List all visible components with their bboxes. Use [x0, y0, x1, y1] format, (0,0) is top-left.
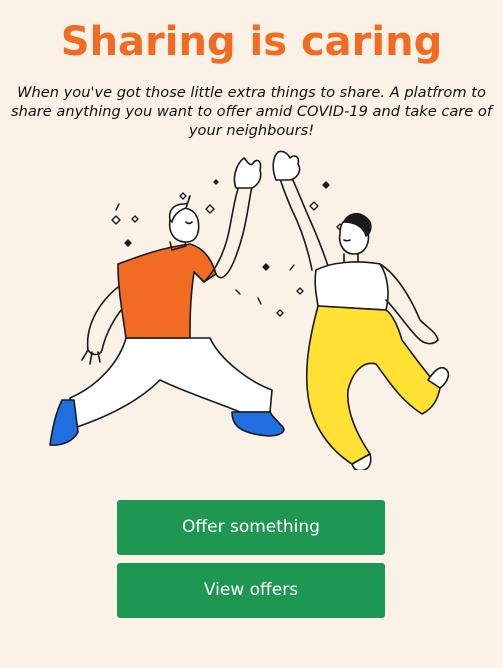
page-title: Sharing is caring [60, 19, 443, 65]
page-subtitle: When you've got those little extra thing… [10, 84, 492, 139]
left-person [49, 157, 285, 446]
right-person [272, 150, 450, 470]
offer-something-button[interactable]: Offer something [117, 500, 385, 555]
high-five-illustration [49, 150, 450, 470]
view-offers-button[interactable]: View offers [117, 563, 385, 618]
